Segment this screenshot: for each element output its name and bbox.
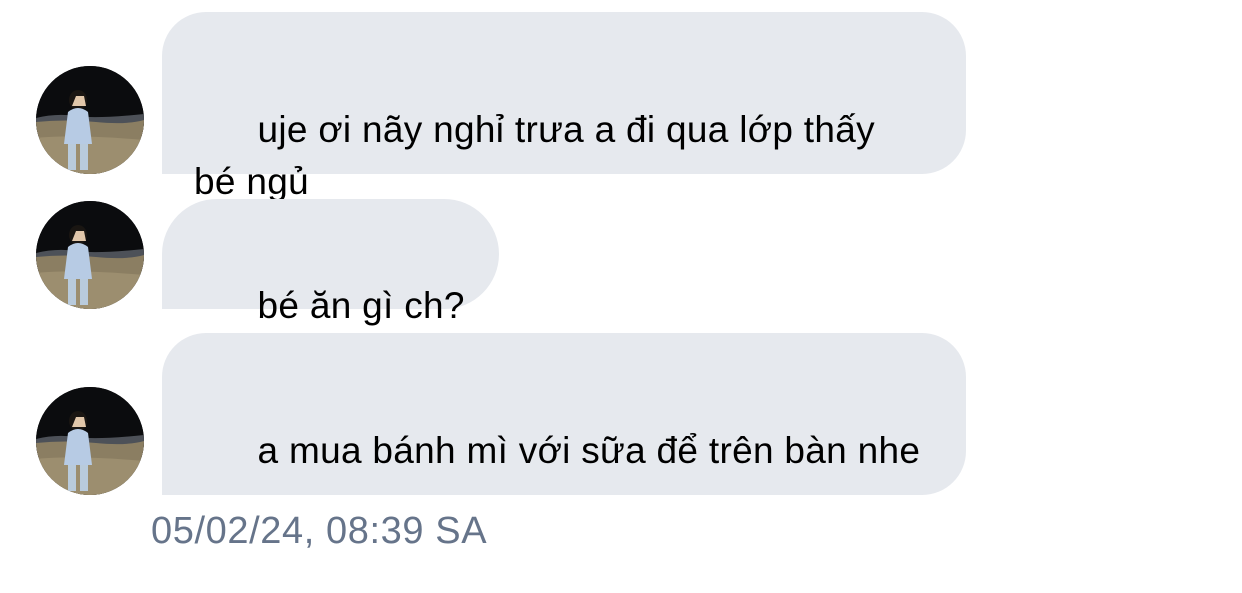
avatar[interactable] xyxy=(36,387,144,495)
message-text: bé ăn gì ch? xyxy=(257,285,465,326)
message-bubble[interactable]: uje ơi nãy nghỉ trưa a đi qua lớp thấy b… xyxy=(162,12,966,202)
message-thread: uje ơi nãy nghỉ trưa a đi qua lớp thấy b… xyxy=(0,0,1242,593)
message-timestamp: 05/02/24, 08:39 SA xyxy=(151,510,488,552)
avatar[interactable] xyxy=(36,201,144,309)
message-text: a mua bánh mì với sữa để trên bàn nhe xyxy=(257,430,921,471)
message-text: uje ơi nãy nghỉ trưa a đi qua lớp thấy b… xyxy=(194,109,886,202)
message-bubble[interactable]: bé ăn gì ch? xyxy=(162,199,499,326)
message-bubble[interactable]: a mua bánh mì với sữa để trên bàn nhe xyxy=(162,333,966,495)
avatar[interactable] xyxy=(36,66,144,174)
